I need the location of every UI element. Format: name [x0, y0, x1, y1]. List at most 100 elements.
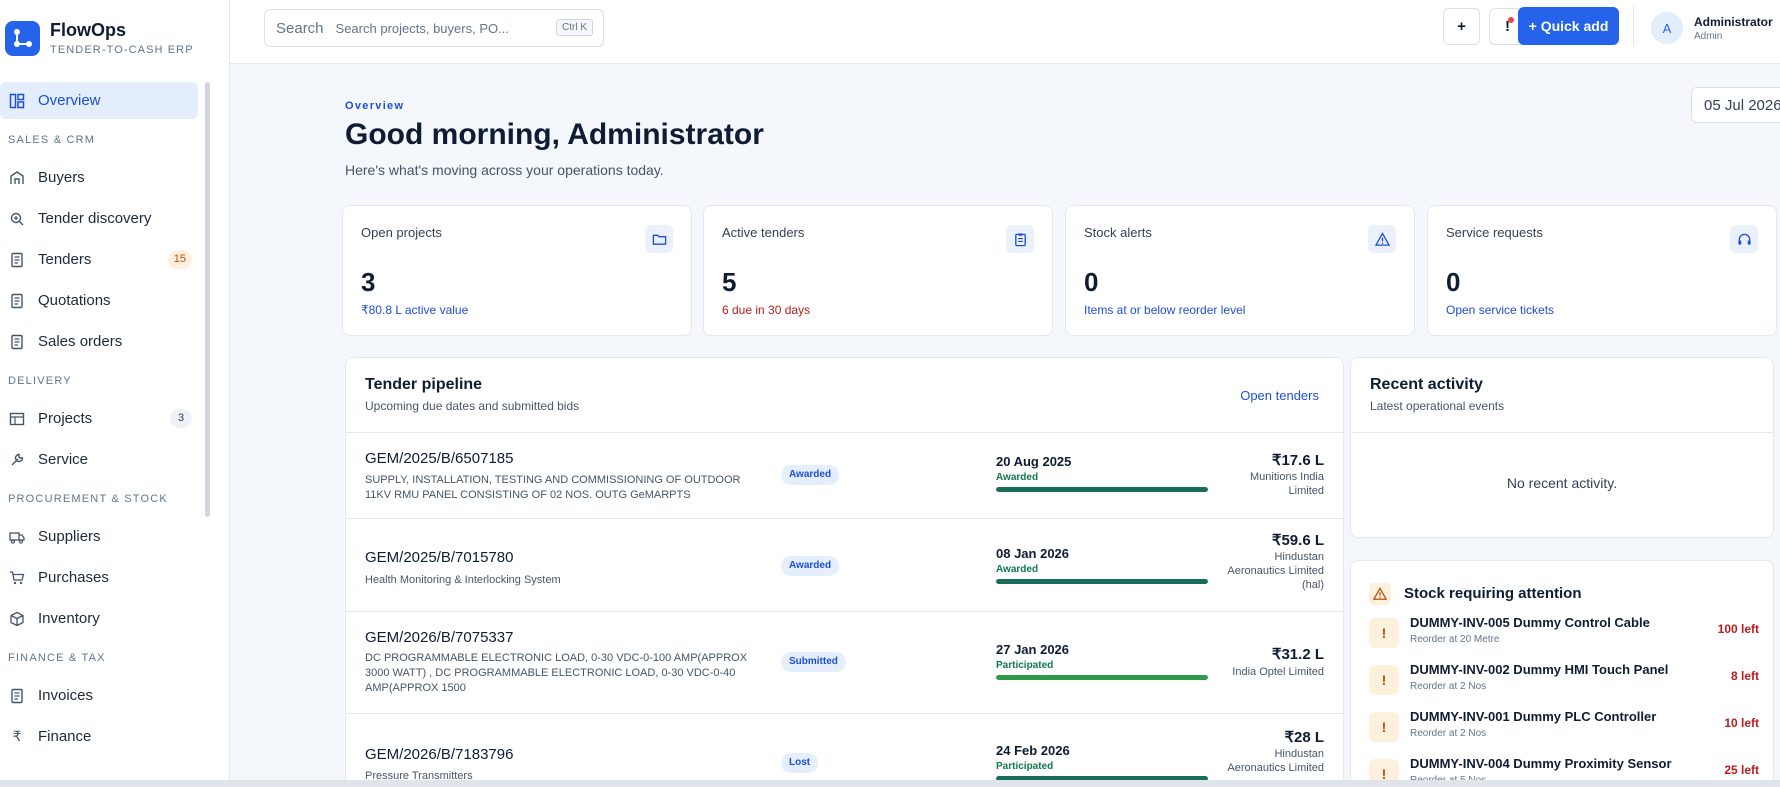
buyer-name: Munitions India Limited: [1250, 471, 1324, 497]
horizontal-scrollbar[interactable]: [0, 780, 1780, 787]
add-button[interactable]: +: [1443, 8, 1480, 45]
brand[interactable]: FlowOps TENDER-TO-CASH ERP: [0, 0, 229, 76]
avatar[interactable]: A: [1651, 12, 1683, 44]
buyer-name: India Optel Limited: [1232, 666, 1324, 678]
due-date: 08 Jan 2026: [996, 546, 1070, 561]
nav-section-title: SALES & CRM: [8, 134, 96, 146]
tender-pipeline-panel: Tender pipeline Upcoming due dates and s…: [345, 357, 1344, 787]
stat-card-open-projects[interactable]: Open projects 3 ₹80.8 L active value: [342, 205, 692, 336]
open-tenders-link[interactable]: Open tenders: [1240, 388, 1319, 403]
stage-label: Awarded: [996, 472, 1039, 483]
sidebar-item-tender-discovery[interactable]: Tender discovery: [0, 200, 204, 237]
page-subtitle: Here's what's moving across your operati…: [345, 162, 664, 178]
sidebar-item-invoices[interactable]: Invoices: [0, 677, 204, 714]
alert-icon: !: [1369, 712, 1399, 742]
search-box[interactable]: Search Ctrl K: [264, 9, 604, 47]
tender-amount: ₹28 L: [1284, 729, 1324, 746]
document-icon: [9, 252, 25, 268]
sidebar-item-buyers[interactable]: Buyers: [0, 159, 204, 196]
sidebar-item-overview[interactable]: Overview: [0, 82, 198, 119]
tender-amount: ₹17.6 L: [1271, 452, 1324, 469]
progress-bar: [996, 487, 1208, 492]
sidebar-item-tenders[interactable]: Tenders 15: [0, 241, 204, 278]
sidebar-item-inventory[interactable]: Inventory: [0, 600, 204, 637]
item-name: DUMMY-INV-001 Dummy PLC Controller: [1410, 709, 1657, 724]
sidebar-item-label: Suppliers: [38, 528, 101, 545]
headset-icon: [1730, 225, 1758, 253]
sidebar-nav: Overview SALES & CRM Buyers Tender disco…: [0, 82, 204, 759]
reorder-level: Reorder at 20 Metre: [1410, 634, 1500, 645]
item-name: DUMMY-INV-002 Dummy HMI Touch Panel: [1410, 662, 1669, 677]
search-input[interactable]: [335, 20, 546, 36]
quick-add-button[interactable]: + Quick add: [1518, 7, 1619, 45]
rupee-icon: ₹: [12, 728, 22, 744]
stat-card-active-tenders[interactable]: Active tenders 5 6 due in 30 days: [703, 205, 1053, 336]
divider: [1633, 6, 1634, 46]
topbar: Search Ctrl K + ! + Quick add A Administ…: [230, 0, 1780, 64]
stat-value: 3: [361, 267, 376, 297]
stat-title: Stock alerts: [1084, 225, 1152, 240]
table-row[interactable]: GEM/2026/B/7075337 DC PROGRAMMABLE ELECT…: [346, 612, 1343, 714]
sidebar-item-label: Finance: [38, 728, 92, 745]
table-row[interactable]: GEM/2025/B/7015780 Health Monitoring & I…: [346, 519, 1343, 612]
status-badge: Awarded: [781, 556, 840, 576]
stat-note: 6 due in 30 days: [722, 303, 811, 317]
item-name: DUMMY-INV-004 Dummy Proximity Sensor: [1410, 756, 1672, 771]
list-item[interactable]: ! DUMMY-INV-002 Dummy HMI Touch Panel Re…: [1369, 659, 1759, 699]
document-icon: [9, 334, 25, 350]
brand-tagline: TENDER-TO-CASH ERP: [50, 44, 194, 56]
stock-attention-panel: Stock requiring attention ! DUMMY-INV-00…: [1350, 560, 1774, 787]
brand-name: FlowOps: [50, 20, 126, 40]
sidebar-item-service[interactable]: Service: [0, 441, 204, 478]
sidebar-item-label: Inventory: [38, 610, 100, 627]
progress-bar: [996, 579, 1208, 584]
nav-section-title: FINANCE & TAX: [8, 652, 106, 664]
tender-amount: ₹31.2 L: [1271, 646, 1324, 663]
progress-bar: [996, 675, 1208, 680]
panel-title: Stock requiring attention: [1404, 585, 1582, 602]
tender-id: GEM/2025/B/6507185: [365, 450, 514, 467]
truck-icon: [9, 529, 25, 545]
sidebar-item-quotations[interactable]: Quotations: [0, 282, 204, 319]
stock-remaining: 8 left: [1730, 669, 1759, 683]
table-row[interactable]: GEM/2026/B/7183796 Pressure Transmitters…: [346, 714, 1343, 787]
layout-icon: [9, 93, 25, 109]
stat-card-service-requests[interactable]: Service requests 0 Open service tickets: [1427, 205, 1777, 336]
warning-icon: [1369, 583, 1391, 605]
user-role: Admin: [1694, 31, 1723, 42]
tender-id: GEM/2026/B/7075337: [365, 629, 514, 646]
sidebar-item-sales-orders[interactable]: Sales orders: [0, 323, 204, 360]
notification-dot: [1508, 17, 1514, 23]
table-row[interactable]: GEM/2025/B/6507185 SUPPLY, INSTALLATION,…: [346, 433, 1343, 519]
nav-section-title: PROCUREMENT & STOCK: [8, 493, 168, 505]
tender-id: GEM/2025/B/7015780: [365, 549, 514, 566]
stat-title: Active tenders: [722, 225, 805, 240]
reorder-level: Reorder at 2 Nos: [1410, 728, 1487, 739]
sidebar-item-purchases[interactable]: Purchases: [0, 559, 204, 596]
sidebar-scrollbar[interactable]: [205, 82, 210, 517]
sidebar-item-suppliers[interactable]: Suppliers: [0, 518, 204, 555]
date-picker[interactable]: 05 Jul 2026: [1691, 87, 1780, 123]
tender-description: DC PROGRAMMABLE ELECTRONIC LOAD, 0-30 VD…: [365, 652, 748, 694]
stat-card-stock-alerts[interactable]: Stock alerts 0 Items at or below reorder…: [1065, 205, 1415, 336]
divider: [1351, 432, 1773, 433]
folder-icon: [645, 225, 673, 253]
sidebar-item-projects[interactable]: Projects 3: [0, 400, 204, 437]
status-badge: Awarded: [781, 465, 840, 485]
search-label: Search: [276, 19, 324, 37]
warning-icon: [1368, 225, 1396, 253]
buyer-name: Hindustan Aeronautics Limited: [1227, 748, 1324, 774]
item-name: DUMMY-INV-005 Dummy Control Cable: [1410, 615, 1650, 630]
sidebar-item-finance[interactable]: ₹ Finance: [0, 718, 204, 755]
stat-title: Open projects: [361, 225, 442, 240]
sidebar-item-label: Tenders: [38, 251, 92, 268]
list-item[interactable]: ! DUMMY-INV-005 Dummy Control Cable Reor…: [1369, 612, 1759, 652]
stat-value: 5: [722, 267, 737, 297]
box-icon: [9, 611, 25, 627]
buyer-name: Hindustan Aeronautics Limited (hal): [1227, 551, 1324, 591]
user-name[interactable]: Administrator: [1694, 15, 1773, 29]
sidebar-item-label: Service: [38, 451, 89, 468]
stock-remaining: 25 left: [1724, 763, 1759, 777]
list-item[interactable]: ! DUMMY-INV-001 Dummy PLC Controller Reo…: [1369, 706, 1759, 746]
progress-bar-fill: [996, 579, 1208, 584]
